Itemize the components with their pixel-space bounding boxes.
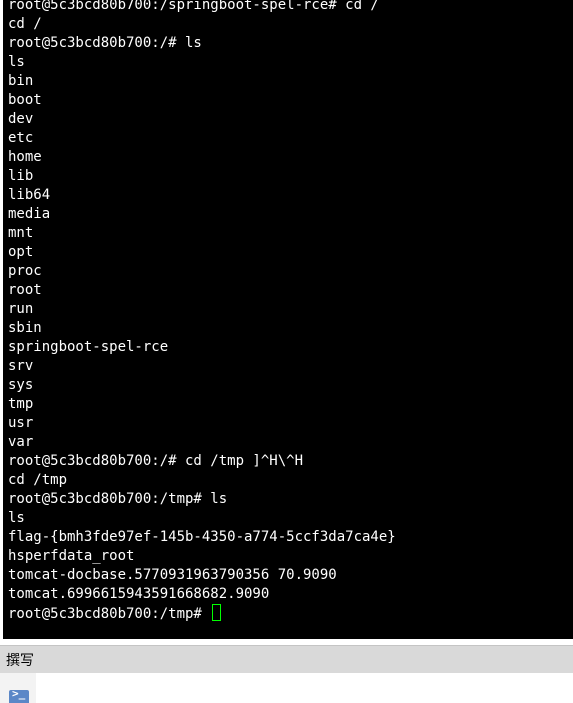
terminal-line: root xyxy=(8,282,42,298)
compose-bar: 撰写 xyxy=(0,645,573,673)
terminal-line: dev xyxy=(8,111,34,127)
terminal-line: ls xyxy=(8,510,25,526)
terminal-line: var xyxy=(8,434,34,450)
compose-icon-column: >_ xyxy=(0,673,36,703)
terminal-line: proc xyxy=(8,263,42,279)
terminal-line: root@5c3bcd80b700:/# ls xyxy=(8,35,202,51)
terminal-line: ls xyxy=(8,54,25,70)
terminal-line: mnt xyxy=(8,225,34,241)
terminal-line: lib64 xyxy=(8,187,51,203)
terminal-line: lib xyxy=(8,168,34,184)
terminal-prompt-line[interactable]: root@5c3bcd80b700:/tmp# xyxy=(8,604,396,623)
terminal-line: springboot-spel-rce xyxy=(8,339,169,355)
terminal-line: etc xyxy=(8,130,34,146)
terminal-line: home xyxy=(8,149,42,165)
terminal-line: tmp xyxy=(8,396,34,412)
terminal-window: root@5c3bcd80b700:/springboot-spel-rce# … xyxy=(0,0,573,703)
terminal-prompt: root@5c3bcd80b700:/tmp# xyxy=(8,606,211,622)
terminal-line: sbin xyxy=(8,320,42,336)
terminal-line: usr xyxy=(8,415,34,431)
compose-label: 撰写 xyxy=(6,653,34,669)
terminal-line: media xyxy=(8,206,51,222)
terminal-line: hsperfdata_root xyxy=(8,548,135,564)
terminal-line: tomcat-docbase.5770931963790356 70.9090 xyxy=(8,567,337,583)
terminal-line: sys xyxy=(8,377,34,393)
terminal-line: bin xyxy=(8,73,34,89)
terminal-line: cd / xyxy=(8,16,42,32)
terminal-output[interactable]: root@5c3bcd80b700:/springboot-spel-rce# … xyxy=(3,0,573,639)
terminal-line: cd /tmp xyxy=(8,472,68,488)
terminal-line: boot xyxy=(8,92,42,108)
terminal-line: root@5c3bcd80b700:/springboot-spel-rce# … xyxy=(8,0,379,13)
terminal-line: flag-{bmh3fde97ef-145b-4350-a774-5ccf3da… xyxy=(8,529,396,545)
compose-area: >_ xyxy=(0,673,573,703)
terminal-line: tomcat.6996615943591668682.9090 xyxy=(8,586,270,602)
compose-input[interactable] xyxy=(36,673,573,703)
terminal-line: run xyxy=(8,301,34,317)
terminal-line: root@5c3bcd80b700:/tmp# ls xyxy=(8,491,228,507)
terminal-prompt-icon[interactable]: >_ xyxy=(9,690,29,703)
terminal-cursor xyxy=(212,604,222,621)
terminal-line: root@5c3bcd80b700:/# cd /tmp ]^H\^H xyxy=(8,453,304,469)
terminal-line: srv xyxy=(8,358,34,374)
terminal-line: opt xyxy=(8,244,34,260)
terminal-lines: root@5c3bcd80b700:/springboot-spel-rce# … xyxy=(8,0,396,623)
